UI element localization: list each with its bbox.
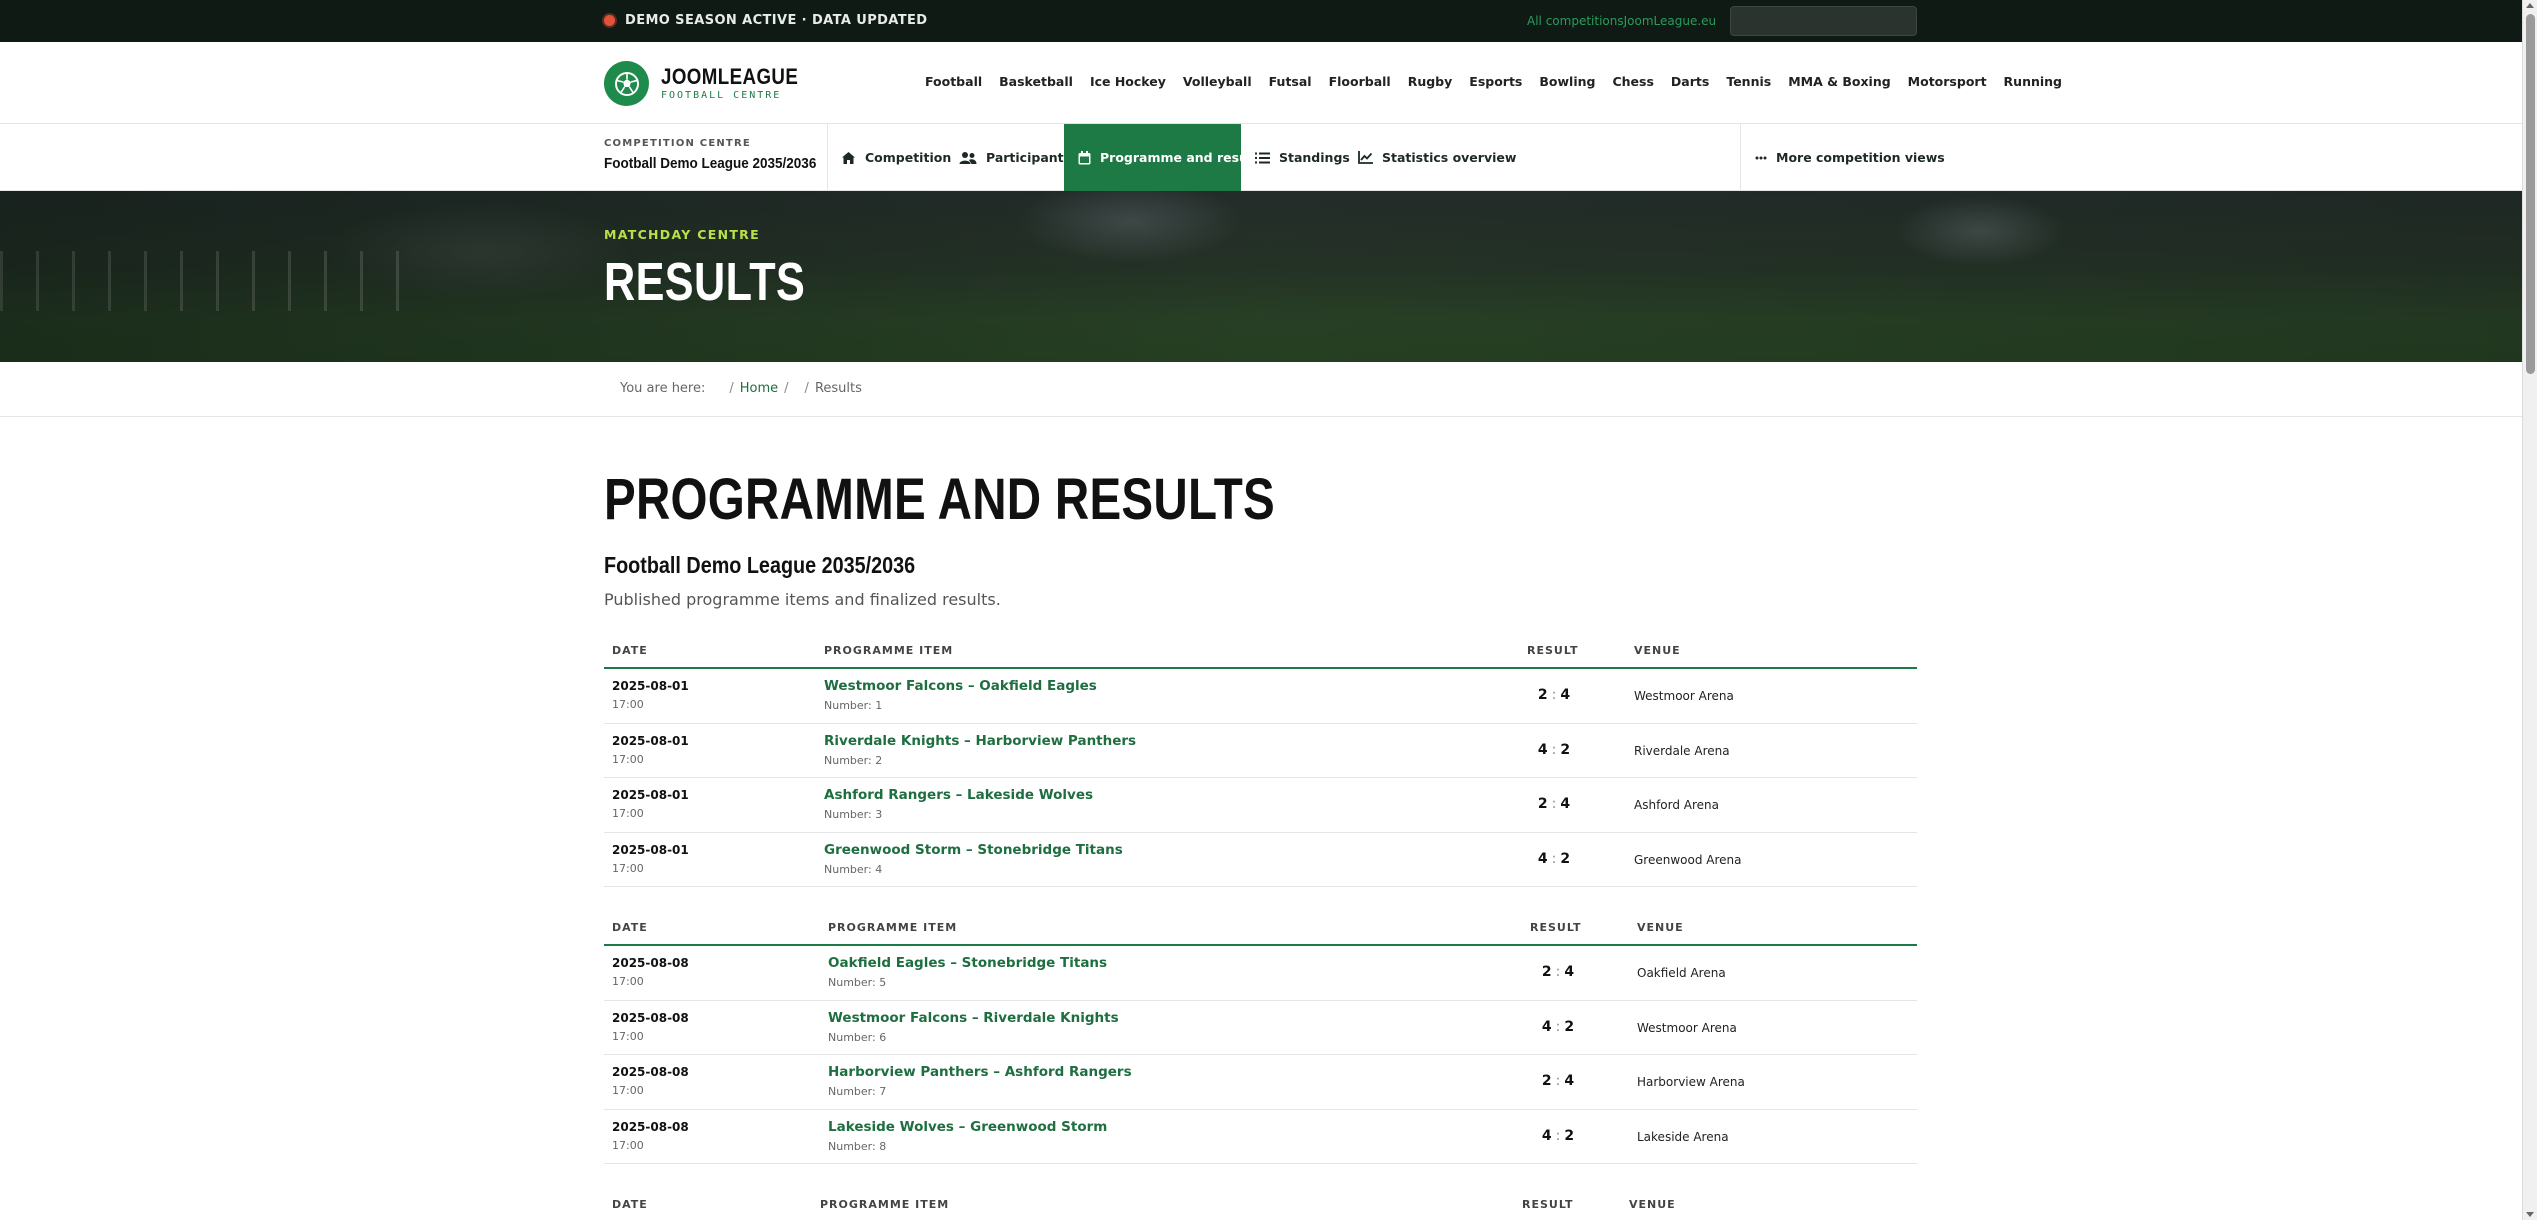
tab-programme-and-results[interactable]: Programme and results <box>1064 124 1266 191</box>
table-header: DATE PROGRAMME ITEM RESULT VENUE <box>604 907 1917 946</box>
match-score: 2:4 <box>1537 687 1571 703</box>
results-table: DATE PROGRAMME ITEM RESULT VENUE 2025-08… <box>604 630 1917 887</box>
season-status-text: DEMO SEASON ACTIVE · DATA UPDATED <box>625 13 928 28</box>
hero-banner: MATCHDAY CENTRE RESULTS <box>0 191 2522 362</box>
scrollbar-thumb[interactable] <box>2526 14 2535 374</box>
season-status: DEMO SEASON ACTIVE · DATA UPDATED <box>604 13 928 28</box>
competition-centre-label: COMPETITION CENTRE Football Demo League … <box>604 138 817 172</box>
table-row: 2025-08-01 17:00 Riverdale Knights – Har… <box>604 724 1917 778</box>
match-link[interactable]: Oakfield Eagles – Stonebridge Titans <box>828 955 1107 971</box>
hero-kicker: MATCHDAY CENTRE <box>604 227 760 242</box>
table-row: 2025-08-08 17:00 Harborview Panthers – A… <box>604 1055 1917 1110</box>
more-competition-views-button[interactable]: More competition views <box>1741 124 1959 191</box>
sport-link[interactable]: Floorball <box>1329 74 1391 89</box>
sport-link[interactable]: Tennis <box>1726 74 1771 89</box>
calendar-icon <box>1078 150 1091 164</box>
sport-link[interactable]: Volleyball <box>1183 74 1252 89</box>
page-lead: Published programme items and finalized … <box>604 590 1001 609</box>
search-input[interactable] <box>1730 6 1917 36</box>
match-score: 4:2 <box>1537 850 1571 867</box>
sport-link[interactable]: Basketball <box>999 74 1073 89</box>
home-icon <box>842 151 855 164</box>
sport-link[interactable]: Running <box>2004 74 2062 89</box>
brand-subtitle: FOOTBALL CENTRE <box>661 89 782 101</box>
results-table: DATE PROGRAMME ITEM RESULT VENUE <box>604 1184 1917 1220</box>
sport-link[interactable]: Esports <box>1469 74 1522 89</box>
breadcrumb-current: Results <box>814 381 862 396</box>
match-link[interactable]: Ashford Rangers – Lakeside Wolves <box>824 787 1093 803</box>
match-score: 4:2 <box>1541 1018 1575 1035</box>
match-score: 2:4 <box>1537 796 1571 812</box>
sport-link[interactable]: Chess <box>1612 74 1653 89</box>
match-link[interactable]: Lakeside Wolves – Greenwood Storm <box>828 1119 1107 1135</box>
table-header: DATE PROGRAMME ITEM RESULT VENUE <box>604 1184 1917 1220</box>
sport-link[interactable]: Ice Hockey <box>1090 74 1166 89</box>
soccer-ball-icon <box>604 61 649 106</box>
match-score: 4:2 <box>1541 1127 1575 1144</box>
ellipsis-icon <box>1755 156 1767 159</box>
table-header: DATE PROGRAMME ITEM RESULT VENUE <box>604 630 1917 669</box>
scroll-up-icon[interactable] <box>2526 3 2534 8</box>
tab-statistics-overview[interactable]: Statistics overview <box>1344 124 1530 191</box>
breadcrumb-home-link[interactable]: Home <box>740 381 778 396</box>
chart-icon <box>1358 151 1373 164</box>
breadcrumb: You are here: / Home / / Results <box>0 362 2522 417</box>
table-row: 2025-08-08 17:00 Westmoor Falcons – Rive… <box>604 1001 1917 1055</box>
sports-nav: Football Basketball Ice Hockey Volleybal… <box>925 74 2079 89</box>
results-table: DATE PROGRAMME ITEM RESULT VENUE 2025-08… <box>604 907 1917 1164</box>
competition-name: Football Demo League 2035/2036 <box>604 155 817 172</box>
sport-link[interactable]: Bowling <box>1539 74 1595 89</box>
scroll-down-icon[interactable] <box>2526 1212 2534 1217</box>
users-icon <box>959 151 977 164</box>
brand-name: JOOMLEAGUE <box>661 63 799 89</box>
sport-link[interactable]: Motorsport <box>1908 74 1987 89</box>
page-scrollbar[interactable] <box>2522 0 2537 1220</box>
sport-link[interactable]: Futsal <box>1269 74 1312 89</box>
hero-title: RESULTS <box>604 252 806 312</box>
sport-link[interactable]: Football <box>925 74 982 89</box>
competition-nav: COMPETITION CENTRE Football Demo League … <box>0 124 2522 191</box>
sport-link[interactable]: MMA & Boxing <box>1788 74 1890 89</box>
match-link[interactable]: Harborview Panthers – Ashford Rangers <box>828 1064 1132 1080</box>
list-icon <box>1255 152 1270 163</box>
table-row: 2025-08-01 17:00 Westmoor Falcons – Oakf… <box>604 669 1917 724</box>
table-row: 2025-08-08 17:00 Oakfield Eagles – Stone… <box>604 946 1917 1001</box>
sport-link[interactable]: Darts <box>1671 74 1709 89</box>
top-status-bar: DEMO SEASON ACTIVE · DATA UPDATED All co… <box>0 0 2522 42</box>
match-link[interactable]: Westmoor Falcons – Riverdale Knights <box>828 1010 1119 1026</box>
site-header: JOOMLEAGUE FOOTBALL CENTRE Football Bask… <box>0 42 2522 124</box>
match-link[interactable]: Westmoor Falcons – Oakfield Eagles <box>824 678 1097 694</box>
status-dot-icon <box>604 15 615 26</box>
all-competitions-link[interactable]: All competitionsJoomLeague.eu <box>1527 14 1716 28</box>
sport-link[interactable]: Rugby <box>1408 74 1453 89</box>
table-row: 2025-08-01 17:00 Greenwood Storm – Stone… <box>604 833 1917 887</box>
table-row: 2025-08-01 17:00 Ashford Rangers – Lakes… <box>604 778 1917 833</box>
match-score: 2:4 <box>1541 964 1575 980</box>
league-title: Football Demo League 2035/2036 <box>604 552 916 578</box>
page-title: PROGRAMME AND RESULTS <box>604 467 1276 532</box>
match-score: 2:4 <box>1541 1073 1575 1089</box>
match-link[interactable]: Riverdale Knights – Harborview Panthers <box>824 733 1136 749</box>
match-link[interactable]: Greenwood Storm – Stonebridge Titans <box>824 842 1123 858</box>
site-logo[interactable]: JOOMLEAGUE FOOTBALL CENTRE <box>604 61 822 106</box>
table-row: 2025-08-08 17:00 Lakeside Wolves – Green… <box>604 1110 1917 1164</box>
breadcrumb-prefix: You are here: <box>620 381 706 396</box>
match-score: 4:2 <box>1537 741 1571 758</box>
